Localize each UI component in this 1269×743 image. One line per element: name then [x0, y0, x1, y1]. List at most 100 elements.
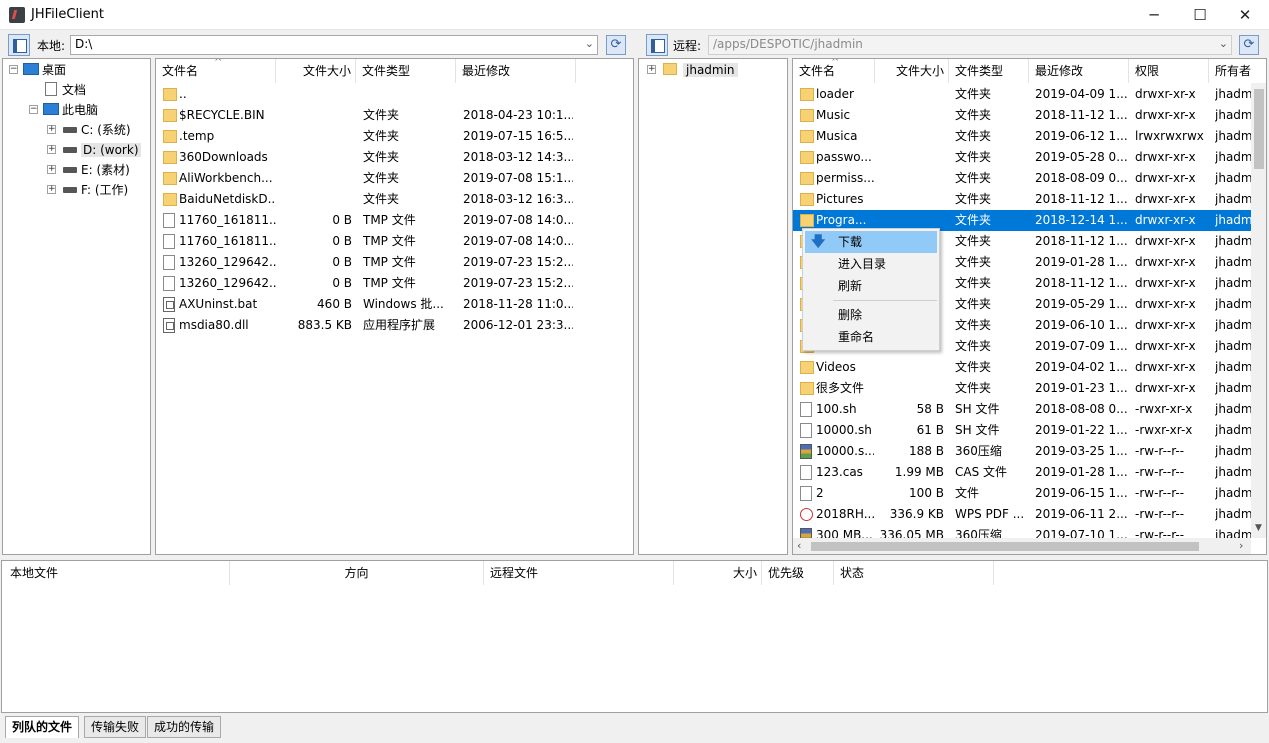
- column-header-owner[interactable]: 所有者: [1209, 59, 1266, 83]
- table-row[interactable]: 10000.sh 61 B SH 文件 2019-01-22 1... -rwxr-xr…: [793, 420, 1251, 441]
- table-row[interactable]: 11760_161811... 0 B TMP 文件 2019-07-08 14:0.…: [156, 231, 633, 252]
- folder-icon: [800, 361, 814, 374]
- column-header-size[interactable]: 文件大小: [276, 59, 356, 83]
- queue-header-status[interactable]: 状态: [834, 561, 994, 585]
- table-row[interactable]: 11760_161811... 0 B TMP 文件 2019-07-08 14:0.…: [156, 210, 633, 231]
- tree-item-jhadmin[interactable]: + jhadmin: [647, 60, 738, 80]
- column-header-size[interactable]: 文件大小: [875, 59, 949, 83]
- cell-perm: drwxr-xr-x: [1135, 213, 1196, 227]
- file-icon: [800, 486, 812, 501]
- remote-view-toggle-icon[interactable]: [646, 34, 668, 56]
- column-header-type[interactable]: 文件类型: [949, 59, 1029, 83]
- table-row[interactable]: 100.sh 58 B SH 文件 2018-08-08 0... -rwxr-xr-x…: [793, 399, 1251, 420]
- tree-item-this-pc[interactable]: − 此电脑: [29, 100, 98, 120]
- tree-item-drive-d[interactable]: + D: (work): [47, 140, 141, 160]
- table-row[interactable]: passwo... 文件夹 2019-05-28 0... drwxr-xr-x jha…: [793, 147, 1251, 168]
- table-row[interactable]: $RECYCLE.BIN 文件夹 2018-04-23 10:1...: [156, 105, 633, 126]
- tree-item-documents[interactable]: 文档: [45, 80, 86, 100]
- menu-item-rename[interactable]: 重命名: [805, 326, 937, 348]
- file-icon: [163, 213, 175, 228]
- table-row[interactable]: ..: [156, 84, 633, 105]
- menu-item-refresh[interactable]: 刷新: [805, 275, 937, 297]
- tree-item-drive-e[interactable]: + E: (素材): [47, 160, 130, 180]
- table-row[interactable]: Music 文件夹 2018-11-12 1... drwxr-xr-x jhadm: [793, 105, 1251, 126]
- queue-header-priority[interactable]: 优先级: [762, 561, 834, 585]
- local-path-combo[interactable]: D:\ ⌄: [70, 35, 598, 55]
- table-row[interactable]: Pictures 文件夹 2018-11-12 1... drwxr-xr-x jhad…: [793, 189, 1251, 210]
- table-row[interactable]: AXUninst.bat 460 B Windows 批... 2018-11-28 …: [156, 294, 633, 315]
- expand-icon[interactable]: +: [47, 185, 56, 194]
- local-refresh-icon[interactable]: ⟳: [606, 35, 626, 55]
- tree-item-drive-c[interactable]: + C: (系统): [47, 120, 131, 140]
- remote-vertical-scrollbar[interactable]: ▼: [1251, 83, 1266, 538]
- table-row[interactable]: BaiduNetdiskD... 文件夹 2018-03-12 16:3...: [156, 189, 633, 210]
- app-logo-icon: [9, 7, 25, 23]
- tab-queued-files[interactable]: 列队的文件: [5, 716, 80, 738]
- scrollbar-thumb[interactable]: [811, 542, 1199, 551]
- table-row[interactable]: 13260_129642... 0 B TMP 文件 2019-07-23 15:2.…: [156, 252, 633, 273]
- table-row[interactable]: 10000.s... 188 B 360压缩 2019-03-25 1... -rw-r…: [793, 441, 1251, 462]
- column-header-modified[interactable]: 最近修改: [1029, 59, 1129, 83]
- expand-icon[interactable]: +: [47, 165, 56, 174]
- column-header-permissions[interactable]: 权限: [1129, 59, 1209, 83]
- cell-name: msdia80.dll: [179, 318, 249, 332]
- expand-icon[interactable]: +: [647, 65, 656, 74]
- cell-modified: 2018-03-12 14:3...: [463, 150, 573, 164]
- cell-size: 0 B: [332, 276, 352, 290]
- menu-item-download[interactable]: 🡇 下载: [805, 231, 937, 253]
- tab-successful-transfers[interactable]: 成功的传输: [147, 716, 222, 738]
- table-row[interactable]: AliWorkbench... 文件夹 2019-07-08 15:1...: [156, 168, 633, 189]
- queue-header-direction[interactable]: 方向: [230, 561, 484, 585]
- remote-refresh-icon[interactable]: ⟳: [1239, 35, 1259, 55]
- queue-header-remote-file[interactable]: 远程文件: [484, 561, 674, 585]
- collapse-icon[interactable]: −: [29, 105, 38, 114]
- remote-path-combo[interactable]: /apps/DESPOTIC/jhadmin ⌄: [708, 35, 1232, 55]
- table-row[interactable]: 13260_129642... 0 B TMP 文件 2019-07-23 15:2.…: [156, 273, 633, 294]
- column-header-type[interactable]: 文件类型: [356, 59, 456, 83]
- expand-icon[interactable]: +: [47, 125, 56, 134]
- scrollbar-thumb[interactable]: [1254, 89, 1264, 169]
- chevron-down-icon[interactable]: ⌄: [1219, 37, 1228, 50]
- menu-item-enter-directory[interactable]: 进入目录: [805, 253, 937, 275]
- table-row[interactable]: .temp 文件夹 2019-07-15 16:5...: [156, 126, 633, 147]
- tree-item-desktop[interactable]: − 桌面: [9, 60, 66, 80]
- expand-icon[interactable]: +: [47, 145, 56, 154]
- close-button[interactable]: ✕: [1222, 0, 1268, 30]
- table-row[interactable]: 2 100 B 文件 2019-06-15 1... -rw-r--r-- jhadm: [793, 483, 1251, 504]
- queue-header-local-file[interactable]: 本地文件: [2, 561, 230, 585]
- scroll-down-icon[interactable]: ▼: [1255, 523, 1262, 533]
- file-icon: [163, 234, 175, 249]
- column-header-modified[interactable]: 最近修改: [456, 59, 576, 83]
- transfer-queue-panel: 本地文件 方向 远程文件 大小 优先级 状态: [1, 560, 1268, 713]
- tree-item-drive-f[interactable]: + F: (工作): [47, 180, 128, 200]
- table-row[interactable]: 很多文件 文件夹 2019-01-23 1... drwxr-xr-x jhadm: [793, 378, 1251, 399]
- local-tree-panel: − 桌面 文档 − 此电脑 + C: (系统) + D: (work) + E:…: [2, 58, 151, 555]
- cell-type: 文件夹: [363, 129, 400, 143]
- table-row[interactable]: 123.cas 1.99 MB CAS 文件 2019-01-28 1... -rw-r…: [793, 462, 1251, 483]
- table-row[interactable]: msdia80.dll 883.5 KB 应用程序扩展 2006-12-01 23:3…: [156, 315, 633, 336]
- collapse-icon[interactable]: −: [9, 65, 18, 74]
- queue-header-size[interactable]: 大小: [674, 561, 762, 585]
- cell-owner: jhadm: [1215, 339, 1251, 353]
- cell-modified: 2019-04-02 1...: [1035, 360, 1127, 374]
- maximize-button[interactable]: ☐: [1177, 0, 1223, 30]
- scroll-right-icon[interactable]: ›: [1239, 539, 1243, 552]
- table-row[interactable]: permiss... 文件夹 2018-08-09 0... drwxr-xr-x jh…: [793, 168, 1251, 189]
- minimize-button[interactable]: ─: [1131, 0, 1177, 30]
- table-row[interactable]: Videos 文件夹 2019-04-02 1... drwxr-xr-x jhadm: [793, 357, 1251, 378]
- remote-horizontal-scrollbar[interactable]: ‹ ›: [793, 538, 1251, 554]
- table-row[interactable]: 2018RH... 336.9 KB WPS PDF ... 2019-06-11 2…: [793, 504, 1251, 525]
- cell-modified: 2019-07-09 1...: [1035, 339, 1127, 353]
- local-view-toggle-icon[interactable]: [8, 34, 30, 56]
- scroll-left-icon[interactable]: ‹: [797, 539, 801, 552]
- cell-type: 文件夹: [955, 297, 992, 311]
- tab-failed-transfers[interactable]: 传输失败: [84, 716, 147, 738]
- table-row[interactable]: 360Downloads 文件夹 2018-03-12 14:3...: [156, 147, 633, 168]
- cell-name: permiss...: [816, 171, 874, 185]
- chevron-down-icon[interactable]: ⌄: [585, 37, 594, 50]
- menu-separator: [833, 300, 937, 301]
- menu-item-delete[interactable]: 删除: [805, 304, 937, 326]
- table-row[interactable]: loader 文件夹 2019-04-09 1... drwxr-xr-x jhadm: [793, 84, 1251, 105]
- table-row[interactable]: Musica 文件夹 2019-06-12 1... lrwxrwxrwx jhadm: [793, 126, 1251, 147]
- cell-modified: 2019-01-28 1...: [1035, 465, 1127, 479]
